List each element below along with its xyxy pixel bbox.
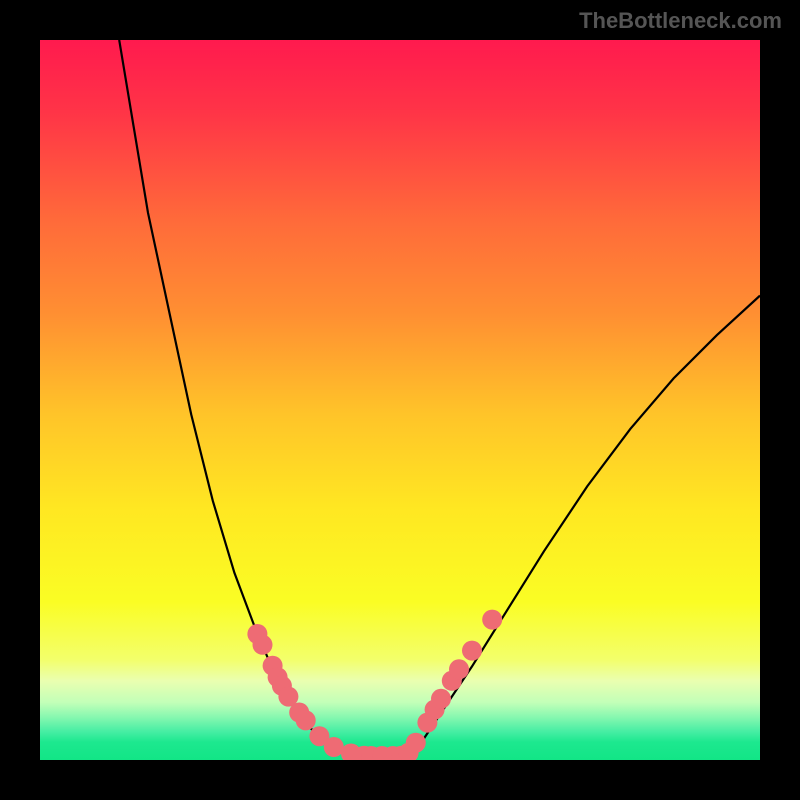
data-marker [406, 733, 426, 753]
data-markers [247, 610, 502, 760]
chart-svg [40, 40, 760, 760]
data-marker [253, 635, 273, 655]
watermark-text: TheBottleneck.com [579, 8, 782, 34]
data-marker [449, 659, 469, 679]
data-marker [462, 641, 482, 661]
data-marker [296, 710, 316, 730]
data-marker [482, 610, 502, 630]
data-marker [431, 689, 451, 709]
bottleneck-curve [119, 40, 760, 756]
plot-area [40, 40, 760, 760]
data-marker [324, 737, 344, 757]
